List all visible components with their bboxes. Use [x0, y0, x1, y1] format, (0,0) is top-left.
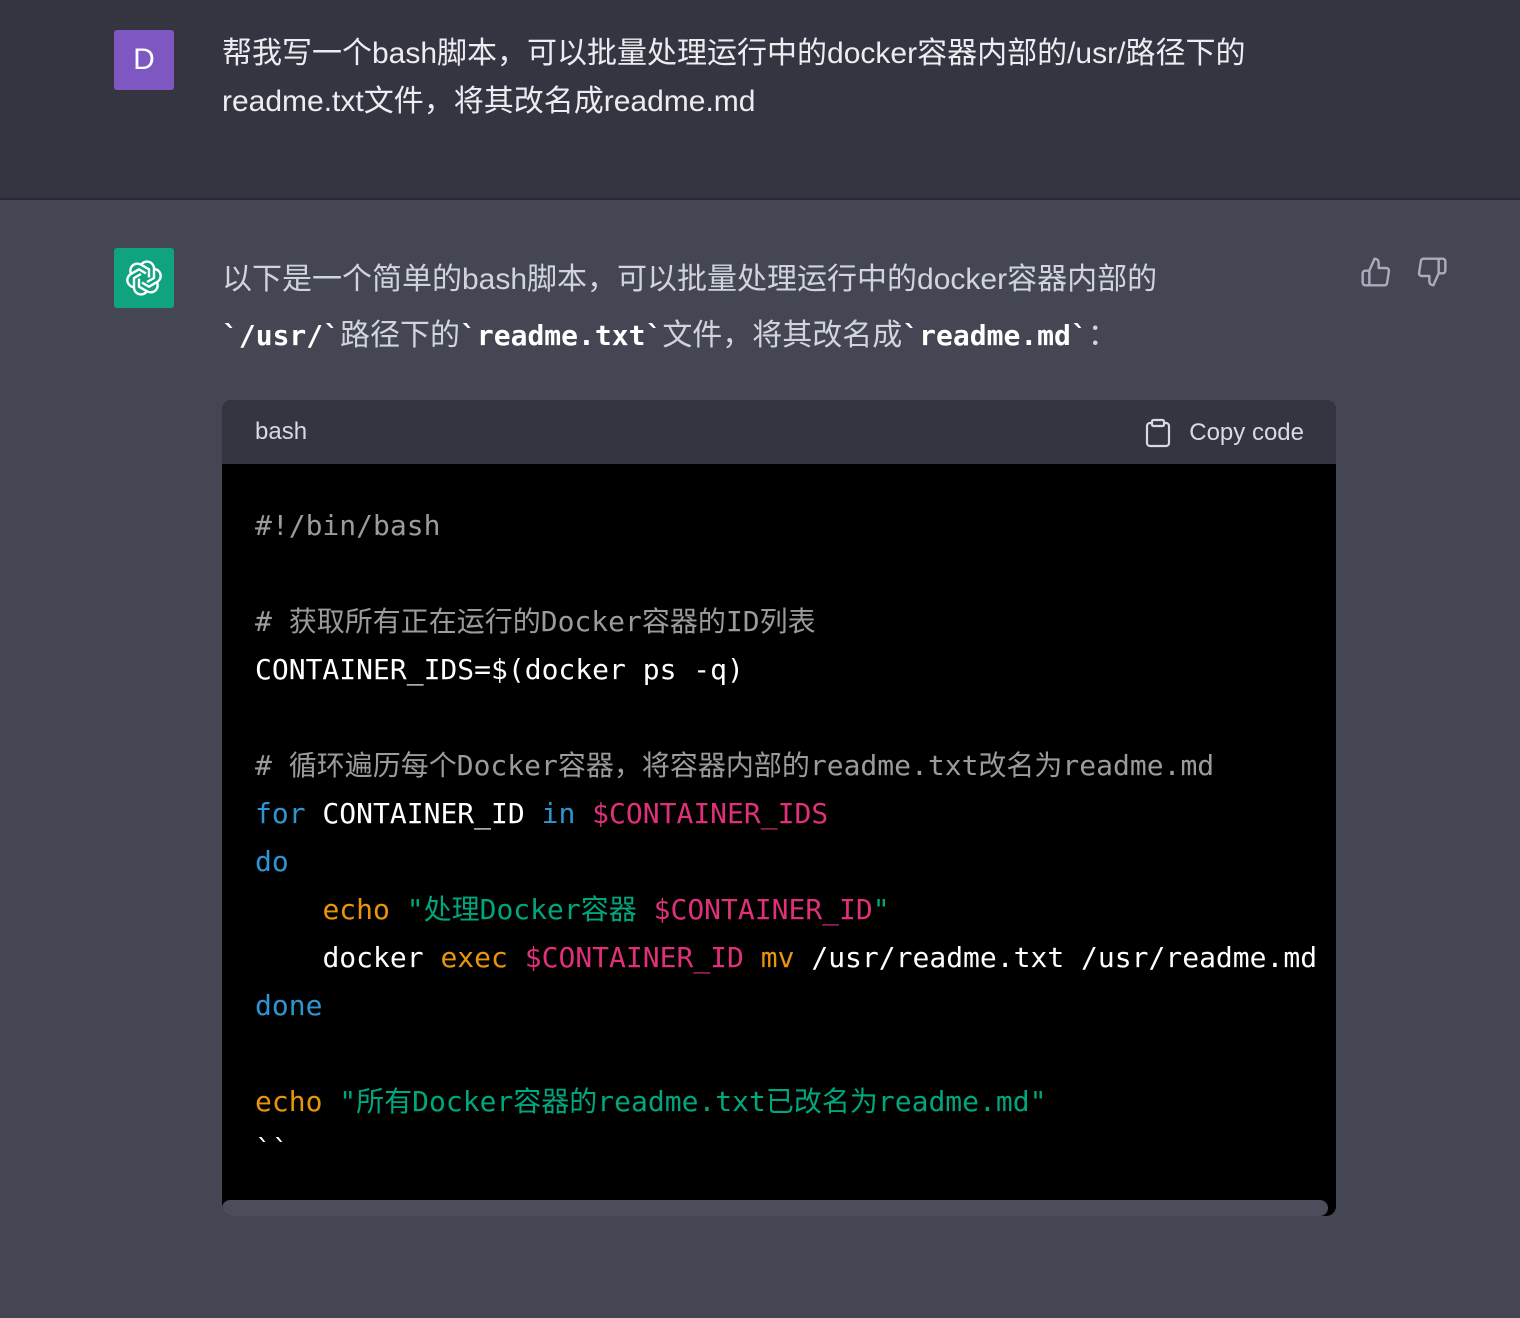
code-comment: # 循环遍历每个Docker容器，将容器内部的readme.txt改名为read… — [255, 749, 1215, 782]
thumbs-up-icon[interactable] — [1360, 256, 1392, 288]
text-fragment: 路径下的 — [340, 319, 461, 352]
code-variable: $CONTAINER_ID — [653, 893, 873, 926]
assistant-message-line: 以下是一个简单的bash脚本，可以批量处理运行中的docker容器内部的 — [222, 263, 1158, 296]
user-avatar: D — [114, 30, 174, 90]
code-content: #!/bin/bash # 获取所有正在运行的Docker容器的ID列表 CON… — [222, 464, 1336, 1174]
code-variable: $CONTAINER_ID — [524, 941, 744, 974]
code-line: `` — [255, 1133, 289, 1166]
code-language-label: bash — [255, 418, 308, 445]
code-token: CONTAINER_ID — [305, 797, 542, 830]
user-message-row: D 帮我写一个bash脚本，可以批量处理运行中的docker容器内部的/usr/… — [0, 0, 1520, 200]
code-keyword: do — [255, 845, 289, 878]
code-command: exec — [440, 941, 508, 974]
assistant-message-line: `/usr/`路径下的`readme.txt`文件，将其改名成`readme.m… — [222, 308, 1262, 364]
code-keyword: done — [255, 989, 323, 1022]
code-command: mv — [760, 941, 795, 974]
code-token: docker — [322, 941, 441, 974]
code-string: "处理Docker容器 — [406, 893, 654, 926]
code-command: echo — [255, 1085, 323, 1118]
inline-code: `readme.txt` — [460, 319, 663, 352]
code-comment: # 获取所有正在运行的Docker容器的ID列表 — [255, 605, 816, 638]
text-fragment: ： — [1087, 319, 1118, 352]
code-string: "所有Docker容器的readme.txt已改名为readme.md" — [339, 1085, 1047, 1118]
code-block: bash Copy code #!/bin/bash # 获取所有正在运行的Do… — [222, 400, 1336, 1216]
code-keyword: in — [541, 797, 576, 830]
code-keyword: for — [255, 797, 306, 830]
clipboard-icon — [1146, 418, 1171, 448]
text-fragment: 文件，将其改名成 — [662, 319, 903, 352]
horizontal-scrollbar[interactable] — [222, 1200, 1328, 1216]
user-message-line: readme.txt文件，将其改名成readme.md — [222, 85, 756, 118]
code-command: echo — [322, 893, 390, 926]
code-line: CONTAINER_IDS=$(docker ps -q) — [255, 653, 744, 686]
copy-code-button[interactable]: Copy code — [1145, 416, 1304, 450]
code-variable: $CONTAINER_IDS — [592, 797, 829, 830]
user-message: 帮我写一个bash脚本，可以批量处理运行中的docker容器内部的/usr/路径… — [222, 30, 1332, 126]
openai-logo-icon — [126, 260, 162, 296]
inline-code: `/usr/` — [222, 319, 341, 352]
code-line: #!/bin/bash — [255, 509, 441, 542]
code-token: /usr/readme.txt /usr/readme.md — [794, 941, 1318, 974]
code-string: " — [872, 893, 890, 926]
code-block-header: bash Copy code — [222, 400, 1336, 464]
thumbs-down-icon[interactable] — [1416, 256, 1448, 288]
assistant-message-row: 以下是一个简单的bash脚本，可以批量处理运行中的docker容器内部的 `/u… — [0, 200, 1520, 1318]
inline-code: `readme.md` — [902, 319, 1088, 352]
user-message-line: 帮我写一个bash脚本，可以批量处理运行中的docker容器内部的/usr/路径… — [222, 37, 1246, 70]
copy-code-label: Copy code — [1189, 419, 1304, 446]
assistant-avatar — [114, 248, 174, 308]
assistant-message: 以下是一个简单的bash脚本，可以批量处理运行中的docker容器内部的 `/u… — [222, 252, 1262, 364]
